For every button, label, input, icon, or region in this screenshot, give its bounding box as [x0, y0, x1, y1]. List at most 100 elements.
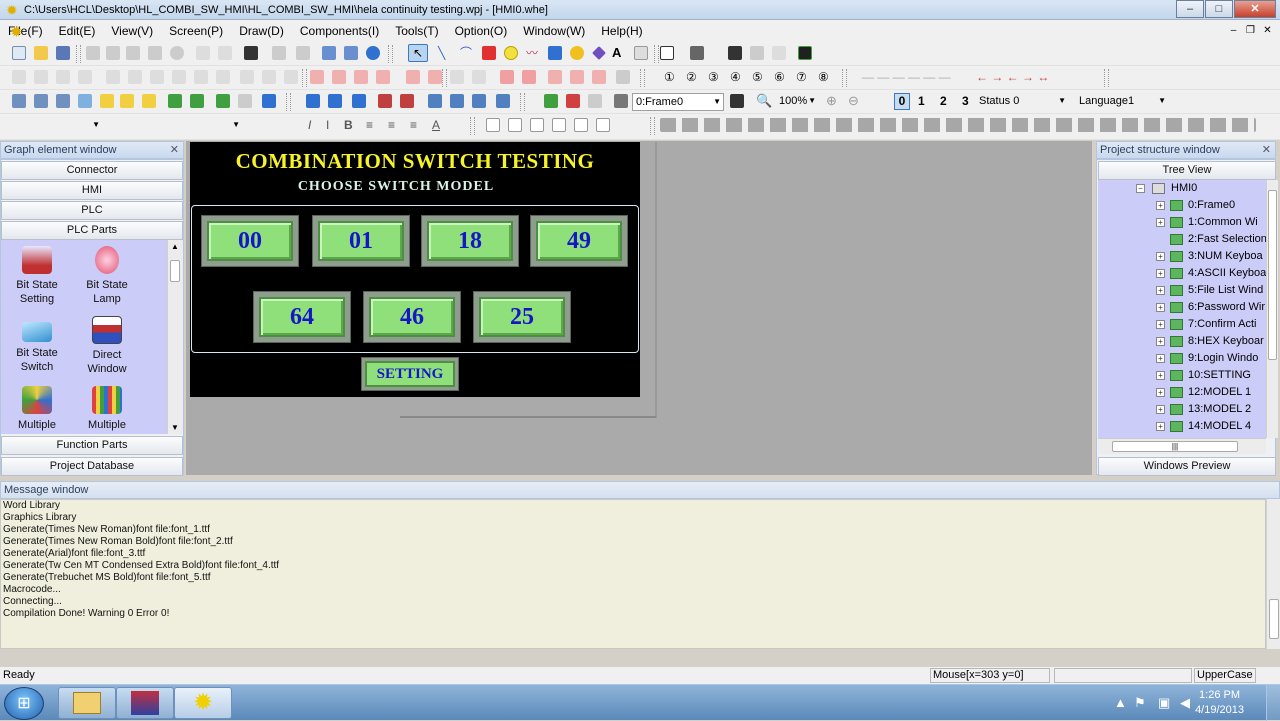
font-color-icon[interactable]: A	[432, 118, 440, 132]
upload-icon[interactable]	[344, 46, 358, 60]
part-bit-state-setting[interactable]: Bit State Setting	[2, 246, 72, 306]
ellipse-icon[interactable]	[570, 46, 584, 60]
component-icon[interactable]	[34, 94, 48, 108]
circle-4-icon[interactable]: ④	[730, 70, 744, 84]
bold-icon[interactable]: B	[344, 118, 353, 132]
arc-icon[interactable]: ⌒	[460, 46, 474, 60]
tree-item[interactable]: +7:Confirm Acti	[1098, 316, 1266, 333]
tree-item[interactable]: 2:Fast Selection	[1098, 231, 1266, 248]
forward-icon[interactable]	[354, 70, 368, 84]
expand-icon[interactable]: +	[1156, 354, 1165, 363]
circle-6-icon[interactable]: ⑥	[774, 70, 788, 84]
tree-item[interactable]: +0:Frame0	[1098, 197, 1266, 214]
tree-root[interactable]: − HMI0	[1098, 180, 1266, 197]
close-icon[interactable]: ✕	[170, 142, 179, 158]
part-bit-state-lamp[interactable]: Bit State Lamp	[72, 246, 142, 306]
redo-icon[interactable]	[218, 46, 232, 60]
font-name-select[interactable]: ▼	[2, 117, 102, 135]
italic-icon[interactable]: I	[308, 118, 311, 132]
circle-8-icon[interactable]: ⑧	[818, 70, 832, 84]
tree-item[interactable]: +3:NUM Keyboa	[1098, 248, 1266, 265]
fill-pattern-icons[interactable]	[660, 118, 1256, 132]
start-button[interactable]: ⊞	[4, 687, 44, 720]
text-box-icon[interactable]	[552, 118, 566, 132]
align-middle-icon[interactable]	[106, 70, 120, 84]
group-icon[interactable]	[406, 70, 420, 84]
border-color-icon[interactable]	[660, 46, 674, 60]
tree-vertical-scrollbar[interactable]	[1266, 180, 1278, 438]
taskbar-hmi-editor[interactable]: ✹	[174, 687, 232, 719]
message-scrollbar[interactable]	[1266, 499, 1280, 649]
expand-icon[interactable]: +	[1156, 320, 1165, 329]
flip-v-icon[interactable]	[472, 70, 486, 84]
component-icon[interactable]	[190, 94, 204, 108]
tree-horizontal-scrollbar[interactable]: |||	[1098, 438, 1266, 454]
frame-select[interactable]: 0:Frame0 ▼	[632, 93, 724, 111]
flip-h-icon[interactable]	[450, 70, 464, 84]
component-icon[interactable]	[450, 94, 464, 108]
component-icon[interactable]	[238, 94, 252, 108]
menu-window[interactable]: Window(W)	[515, 20, 593, 42]
status-select[interactable]: Status 0 ▼	[976, 93, 1068, 111]
triangle-down-icon[interactable]	[592, 70, 606, 84]
expand-icon[interactable]: +	[1156, 422, 1165, 431]
mdi-minimize-button[interactable]: –	[1225, 23, 1242, 39]
v-space-icon[interactable]	[262, 70, 276, 84]
setting-button[interactable]: SETTING	[361, 357, 459, 391]
component-icon[interactable]	[428, 94, 442, 108]
collapse-icon[interactable]: −	[1136, 184, 1145, 193]
part-bit-state-switch[interactable]: Bit State Switch	[2, 316, 72, 374]
menu-help[interactable]: Help(H)	[593, 20, 650, 42]
category-plc[interactable]: PLC	[1, 201, 183, 220]
distribute-icon[interactable]	[216, 70, 230, 84]
part-direct-window[interactable]: Direct Window	[72, 316, 142, 376]
tree-view-tab[interactable]: Tree View	[1098, 161, 1276, 180]
tree-item[interactable]: +13:MODEL 2	[1098, 401, 1266, 418]
model-button-01[interactable]: 01	[312, 215, 410, 267]
text-box-icon[interactable]	[486, 118, 500, 132]
tree-item[interactable]: +12:MODEL 1	[1098, 384, 1266, 401]
align-top-icon[interactable]	[78, 70, 92, 84]
tray-flag-icon[interactable]: ⚑	[1134, 695, 1146, 711]
polyline-icon[interactable]: 〰	[526, 46, 540, 60]
simulate-icon[interactable]	[296, 46, 310, 60]
zoom-select[interactable]: 100% ▼	[776, 93, 818, 111]
select-arrow-icon[interactable]: ↖	[408, 44, 428, 62]
expand-icon[interactable]: +	[1156, 201, 1165, 210]
expand-icon[interactable]: +	[1156, 405, 1165, 414]
model-button-64[interactable]: 64	[253, 291, 351, 343]
tray-volume-icon[interactable]: ◀	[1180, 695, 1190, 711]
expand-icon[interactable]: +	[1156, 218, 1165, 227]
text-box-icon[interactable]	[596, 118, 610, 132]
frame-list-icon[interactable]	[614, 94, 628, 108]
circle-2-icon[interactable]: ②	[686, 70, 700, 84]
open-folder-icon[interactable]	[34, 46, 48, 60]
text-tool-icon[interactable]: A	[612, 46, 626, 60]
frame-props-icon[interactable]	[588, 94, 602, 108]
tree-item[interactable]: +10:SETTING	[1098, 367, 1266, 384]
rectangle-icon[interactable]	[482, 46, 496, 60]
status-3-button[interactable]: 3	[962, 94, 969, 108]
italic-icon[interactable]: I	[326, 118, 329, 132]
component-icon[interactable]	[262, 94, 276, 108]
component-icon[interactable]	[78, 94, 92, 108]
expand-icon[interactable]: +	[1156, 303, 1165, 312]
rotate-left-icon[interactable]	[500, 70, 514, 84]
text-box-icon[interactable]	[508, 118, 522, 132]
parts-scrollbar[interactable]: ▲ ▼	[167, 240, 183, 434]
status-1-button[interactable]: 1	[918, 94, 925, 108]
expand-icon[interactable]: +	[1156, 337, 1165, 346]
expand-icon[interactable]: +	[1156, 286, 1165, 295]
diamond-icon[interactable]	[592, 46, 606, 60]
category-hmi[interactable]: HMI	[1, 181, 183, 200]
same-height-icon[interactable]	[172, 70, 186, 84]
windows-preview-tab[interactable]: Windows Preview	[1098, 457, 1276, 476]
delete-frame-icon[interactable]	[566, 94, 580, 108]
close-icon[interactable]: ✕	[1262, 142, 1271, 158]
find-icon[interactable]	[244, 46, 258, 60]
text-box-icon[interactable]	[530, 118, 544, 132]
align-center-icon[interactable]	[34, 70, 48, 84]
tree-item[interactable]: +4:ASCII Keyboa	[1098, 265, 1266, 282]
component-icon[interactable]	[168, 94, 182, 108]
taskbar-explorer[interactable]	[58, 687, 116, 719]
